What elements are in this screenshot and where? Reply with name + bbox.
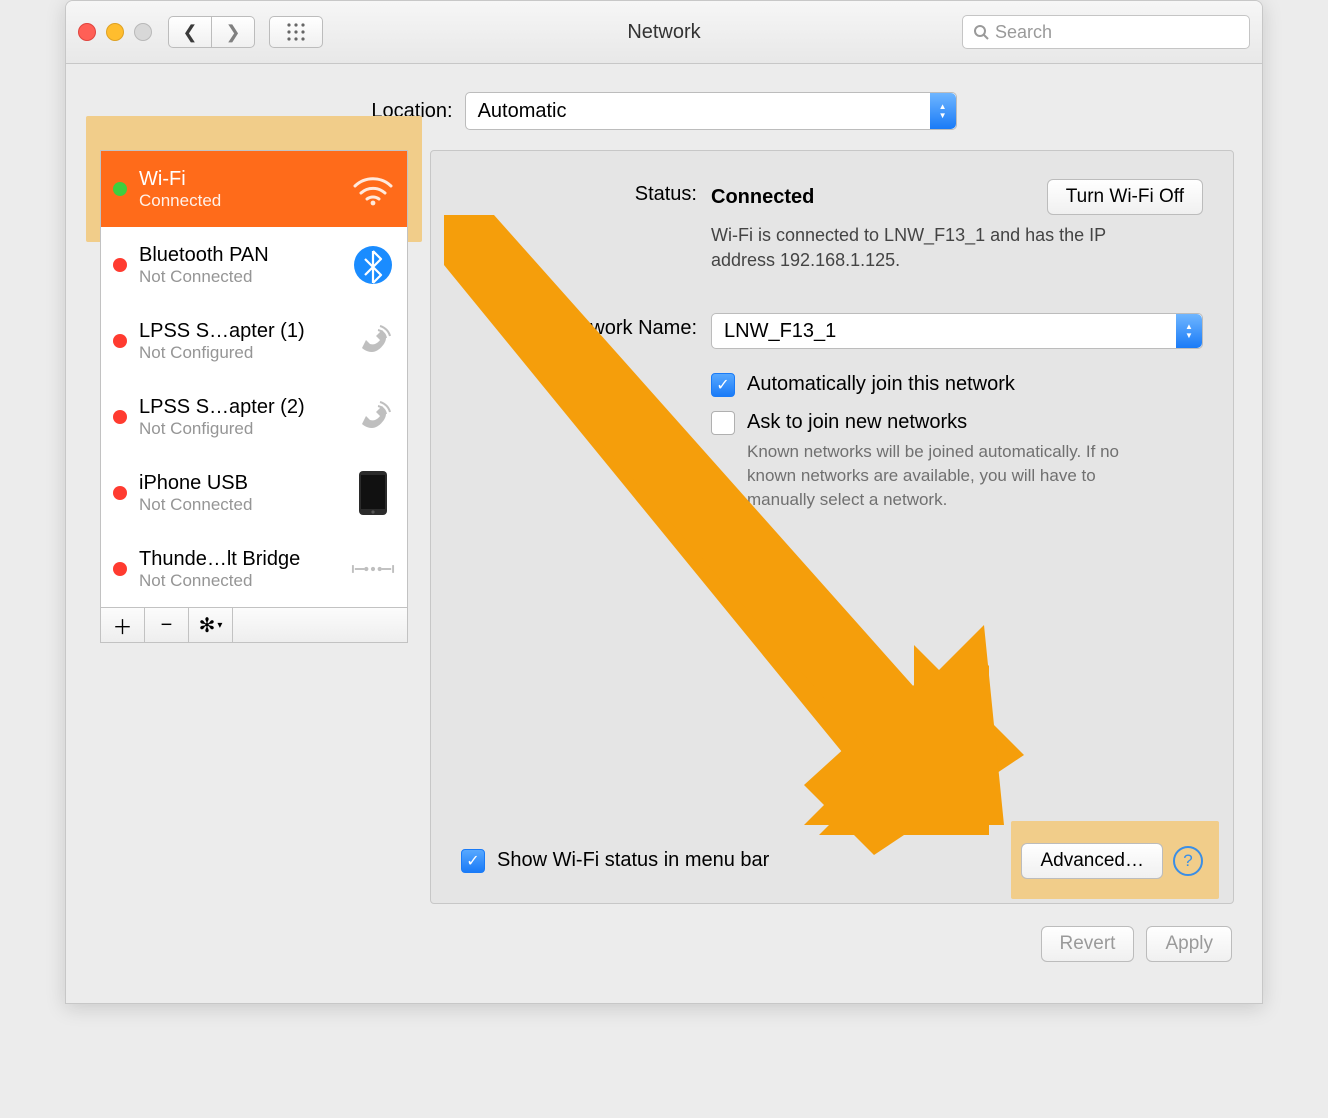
search-input[interactable]: Search — [962, 15, 1250, 49]
interface-name: iPhone USB — [139, 471, 351, 495]
network-name-label: Network Name: — [461, 313, 711, 340]
auto-join-label: Automatically join this network — [747, 373, 1015, 396]
thunderbolt-icon — [351, 547, 395, 591]
interface-list-footer: ＋ − ✻▾ — [100, 607, 408, 643]
interface-status: Connected — [139, 191, 351, 211]
forward-button[interactable]: ❯ — [212, 16, 255, 48]
interface-status: Not Connected — [139, 495, 351, 515]
interface-status: Not Configured — [139, 419, 351, 439]
chevron-down-icon: ▾ — [217, 620, 222, 631]
status-label: Status: — [461, 179, 711, 206]
network-name-value: LNW_F13_1 — [724, 320, 836, 343]
add-interface-button[interactable]: ＋ — [101, 608, 145, 642]
status-detail: Wi-Fi is connected to LNW_F13_1 and has … — [711, 223, 1151, 273]
minimize-window-icon[interactable] — [106, 23, 124, 41]
sidebar-item-wi-fi[interactable]: Wi-FiConnected — [101, 151, 407, 227]
interface-status: Not Configured — [139, 343, 351, 363]
search-icon — [973, 24, 989, 40]
revert-button[interactable]: Revert — [1041, 926, 1135, 962]
status-dot-icon — [113, 410, 127, 424]
chevron-up-down-icon — [930, 93, 956, 129]
iphone-icon — [351, 471, 395, 515]
sidebar-item-iphone-usb[interactable]: iPhone USBNot Connected — [101, 455, 407, 531]
interface-actions-button[interactable]: ✻▾ — [189, 608, 233, 642]
gear-icon: ✻ — [199, 613, 216, 638]
sidebar-item-lpss-s-apter-2-[interactable]: LPSS S…apter (2)Not Configured — [101, 379, 407, 455]
action-bar: Revert Apply — [66, 904, 1262, 984]
ask-to-join-hint: Known networks will be joined automatica… — [747, 440, 1157, 511]
close-window-icon[interactable] — [78, 23, 96, 41]
network-name-select[interactable]: LNW_F13_1 — [711, 313, 1203, 349]
phone-icon — [351, 395, 395, 439]
sidebar-item-lpss-s-apter-1-[interactable]: LPSS S…apter (1)Not Configured — [101, 303, 407, 379]
detail-panel: Status: Connected Turn Wi-Fi Off Wi-Fi i… — [430, 150, 1234, 904]
remove-interface-button[interactable]: − — [145, 608, 189, 642]
show-menubar-checkbox[interactable]: ✓ — [461, 849, 485, 873]
location-select[interactable]: Automatic — [465, 92, 957, 130]
grid-icon — [286, 22, 306, 42]
search-placeholder: Search — [995, 22, 1052, 43]
nav-group: ❮ ❯ — [168, 16, 255, 48]
interface-name: LPSS S…apter (2) — [139, 395, 351, 419]
interface-name: Thunde…lt Bridge — [139, 547, 351, 571]
turn-wifi-off-button[interactable]: Turn Wi-Fi Off — [1047, 179, 1203, 215]
status-dot-icon — [113, 486, 127, 500]
interface-name: Wi-Fi — [139, 167, 351, 191]
ask-to-join-checkbox[interactable] — [711, 411, 735, 435]
interface-status: Not Connected — [139, 267, 351, 287]
show-all-button[interactable] — [269, 16, 323, 48]
status-dot-icon — [113, 562, 127, 576]
status-value: Connected — [711, 186, 814, 209]
apply-button[interactable]: Apply — [1146, 926, 1232, 962]
zoom-window-icon[interactable] — [134, 23, 152, 41]
interface-name: LPSS S…apter (1) — [139, 319, 351, 343]
interface-list: Wi-FiConnectedBluetooth PANNot Connected… — [100, 150, 408, 607]
chevron-up-down-icon — [1176, 314, 1202, 348]
sidebar-item-thunde-lt-bridge[interactable]: Thunde…lt BridgeNot Connected — [101, 531, 407, 607]
ask-to-join-label: Ask to join new networks — [747, 411, 1157, 434]
phone-icon — [351, 319, 395, 363]
title-bar: ❮ ❯ Network Search — [66, 1, 1262, 64]
back-button[interactable]: ❮ — [168, 16, 212, 48]
network-preferences-window: ❮ ❯ Network Search Location: Automatic W… — [65, 0, 1263, 1004]
status-dot-icon — [113, 258, 127, 272]
interface-status: Not Connected — [139, 571, 351, 591]
status-dot-icon — [113, 334, 127, 348]
window-controls — [78, 23, 152, 41]
interface-name: Bluetooth PAN — [139, 243, 351, 267]
auto-join-checkbox[interactable]: ✓ — [711, 373, 735, 397]
sidebar-item-bluetooth-pan[interactable]: Bluetooth PANNot Connected — [101, 227, 407, 303]
location-value: Automatic — [478, 100, 567, 123]
bluetooth-icon — [351, 243, 395, 287]
wifi-icon — [351, 167, 395, 211]
status-dot-icon — [113, 182, 127, 196]
show-menubar-label: Show Wi-Fi status in menu bar — [497, 849, 769, 872]
help-button[interactable]: ? — [1173, 846, 1203, 876]
advanced-button[interactable]: Advanced… — [1021, 843, 1163, 879]
